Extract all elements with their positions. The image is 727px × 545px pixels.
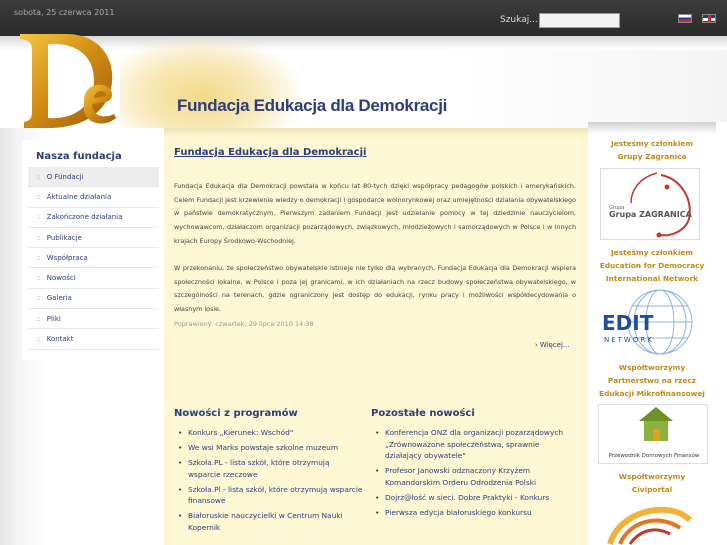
nav-item-label: O Fundacji [46, 172, 84, 181]
nav-item-zakonczone[interactable]: :: Zakończone działania [28, 208, 159, 228]
bullet-icon: :: [36, 294, 41, 303]
sidebar-heading-zagranica: Jesteśmy członkiem Grupy Zagranica [610, 139, 694, 161]
edit-logo-text: EDIT [602, 311, 654, 335]
nav-item-o-fundacji[interactable]: :: O Fundacji [28, 167, 159, 188]
nav-item-pliki[interactable]: :: Pliki [28, 309, 159, 330]
news-programs-list: Konkurs „Kierunek: Wschód" We wsi Marks … [174, 427, 364, 537]
sidebar-heading-civiportal: Współtworzymy Civiportal [618, 472, 686, 494]
news-item[interactable]: Białoruskie nauczycielki w Centrum Nauki… [174, 510, 364, 533]
news-item[interactable]: Pierwsza edycja białoruskiego konkursu [371, 507, 571, 519]
news-other-title: Pozostałe nowości [371, 408, 475, 419]
news-item[interactable]: We wsi Marks powstaje szkolne muzeum [174, 442, 364, 454]
article-paragraph-2: W przekonaniu, że społeczeństwo obywatel… [174, 264, 576, 314]
main-nav: :: O Fundacji :: Aktualne działania :: Zako… [28, 167, 159, 350]
civiportal-logo[interactable] [600, 500, 700, 545]
news-item[interactable]: Profesor Janowski odznaczony Krzyżem Kom… [371, 465, 571, 488]
edit-network-logo[interactable]: EDIT NETWORK [600, 288, 700, 358]
news-other-list: Konferencja ONZ dla organizacji pozarząd… [371, 427, 571, 522]
bullet-icon: :: [36, 314, 41, 323]
modified-date: Poprawiony: czwartek, 29 lipca 2010 14:3… [174, 320, 314, 328]
news-item[interactable]: Dojrz@łość w sieci. Dobre Praktyki - Kon… [371, 492, 571, 504]
nav-item-label: Współpraca [46, 253, 88, 262]
zagranica-logo-text: Grupa ZAGRANICA [609, 210, 693, 219]
nav-item-kontakt[interactable]: :: Kontakt [28, 329, 159, 350]
nav-item-nowosci[interactable]: :: Nowości [28, 268, 159, 289]
search-label: Szukaj... [500, 15, 538, 25]
nav-item-galeria[interactable]: :: Galeria [28, 289, 159, 310]
arrow-right-icon: › [535, 341, 538, 349]
news-programs-title: Nowości z programów [174, 408, 298, 419]
bullet-icon: :: [36, 172, 41, 181]
ru-flag-icon[interactable] [678, 14, 692, 23]
right-sidebar-shadow [588, 122, 716, 134]
nav-item-label: Aktualne działania [46, 192, 112, 201]
nav-title: Nasza fundacja [36, 151, 122, 162]
bullet-icon: :: [36, 233, 41, 242]
map-illustration [120, 36, 300, 136]
gb-flag-icon[interactable] [702, 14, 716, 23]
news-item[interactable]: Szkoła.Pl - lista szkół, które otrzymują… [174, 484, 364, 507]
sidebar-heading-edit: Jesteśmy członkiem Education for Democra… [599, 248, 705, 283]
bullet-icon: :: [36, 253, 41, 262]
current-date: sobota, 25 czerwca 2011 [14, 8, 115, 17]
zagranica-logo[interactable]: Grupa Grupa ZAGRANICA [600, 168, 700, 240]
bullet-icon: :: [36, 274, 41, 283]
nav-item-label: Nowości [46, 274, 76, 283]
svg-text:NETWORK: NETWORK [604, 336, 654, 344]
nav-item-label: Kontakt [46, 335, 74, 344]
nav-item-publikacje[interactable]: :: Publikacje [28, 228, 159, 249]
foundation-logo[interactable] [14, 28, 132, 138]
read-more-link[interactable]: › Więcej... [535, 341, 570, 349]
site-title: Fundacja Edukacja dla Demokracji [177, 96, 448, 115]
article-title-link[interactable]: Fundacja Edukacja dla Demokracji [174, 147, 366, 158]
nav-item-wspolpraca[interactable]: :: Współpraca [28, 248, 159, 269]
przewodnik-logo-text: Przewodnik Domowych Finansów [609, 452, 700, 459]
nav-item-label: Zakończone działania [46, 213, 123, 222]
news-item[interactable]: Szkoła.PL - lista szkół, które otrzymują… [174, 457, 364, 480]
przewodnik-finansow-logo[interactable]: Przewodnik Domowych Finansów [598, 404, 708, 464]
bullet-icon: :: [36, 335, 41, 344]
nav-item-label: Galeria [46, 294, 72, 303]
news-item[interactable]: Konferencja ONZ dla organizacji pozarząd… [371, 427, 571, 462]
bullet-icon: :: [36, 213, 41, 222]
nav-item-aktualne[interactable]: :: Aktualne działania [28, 187, 159, 208]
search-input[interactable] [539, 13, 620, 28]
nav-item-label: Publikacje [46, 233, 82, 242]
article-paragraph-1: Fundacja Edukacja dla Demokracji powstał… [174, 182, 576, 245]
main-content-shadow [164, 128, 588, 138]
read-more-label: Więcej... [539, 341, 570, 349]
sidebar-heading-mikrofinanse: Współtworzymy Partnerstwo na rzecz Eduka… [599, 363, 705, 398]
news-item[interactable]: Konkurs „Kierunek: Wschód" [174, 427, 364, 439]
bullet-icon: :: [36, 192, 41, 201]
nav-item-label: Pliki [46, 314, 61, 323]
